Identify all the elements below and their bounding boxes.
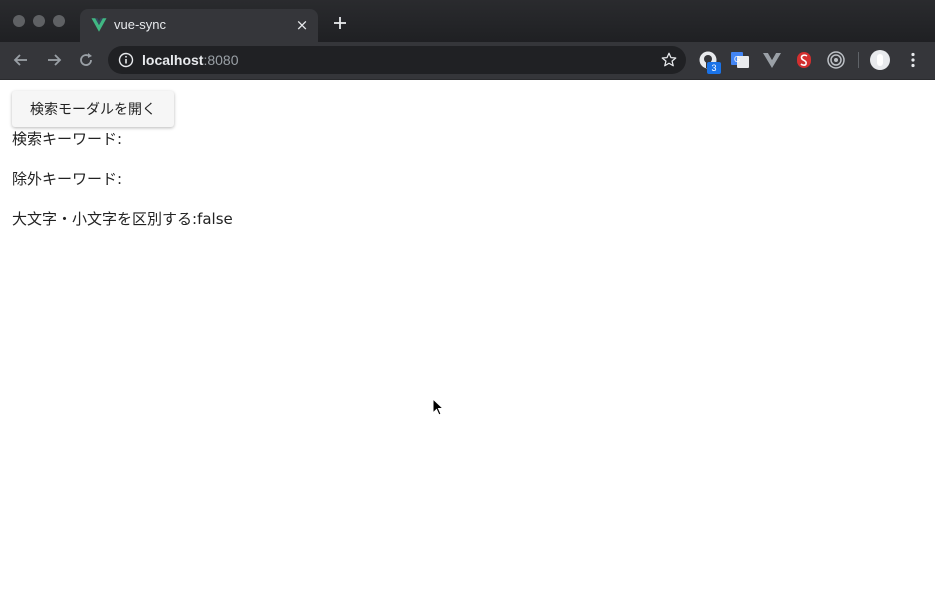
target-icon[interactable] xyxy=(826,50,846,70)
translate-icon[interactable]: G xyxy=(730,50,750,70)
case-sensitive-row: 大文字・小文字を区別する:false xyxy=(12,208,233,229)
svg-text:G: G xyxy=(734,55,740,64)
url-host: localhost xyxy=(142,52,204,68)
arrow-left-icon[interactable] xyxy=(11,50,31,70)
vue-logo-icon xyxy=(91,18,107,32)
kebab-menu-icon[interactable] xyxy=(903,50,923,70)
github-extension-badge: 3 xyxy=(707,62,721,74)
url-text: localhost:8080 xyxy=(142,52,239,68)
page-content: 検索モーダルを開く 検索キーワード: 除外キーワード: 大文字・小文字を区別する… xyxy=(0,80,935,599)
url-port: :8080 xyxy=(203,52,239,68)
case-sensitive-value: false xyxy=(197,210,233,228)
new-tab-icon[interactable] xyxy=(330,13,350,33)
browser-window: vue-sync × localhost:8080 G 3 検索モーダルを開く … xyxy=(0,0,935,599)
toolbar-separator xyxy=(858,52,859,68)
open-search-modal-button[interactable]: 検索モーダルを開く xyxy=(12,91,174,127)
tab-title: vue-sync xyxy=(114,17,167,32)
browser-toolbar: localhost:8080 G xyxy=(0,42,935,80)
exclude-keyword-row: 除外キーワード: xyxy=(12,168,122,189)
case-sensitive-label: 大文字・小文字を区別する: xyxy=(12,210,198,228)
tab-strip: vue-sync × xyxy=(0,0,935,42)
search-keyword-row: 検索キーワード: xyxy=(12,128,122,149)
arrow-right-icon[interactable] xyxy=(44,50,64,70)
star-icon[interactable] xyxy=(660,51,678,69)
tab-close-icon[interactable]: × xyxy=(292,15,312,35)
mouse-cursor-icon xyxy=(432,398,444,416)
exclude-keyword-label: 除外キーワード: xyxy=(12,170,123,188)
reload-icon[interactable] xyxy=(76,50,96,70)
address-bar[interactable]: localhost:8080 xyxy=(108,46,686,74)
svelte-icon[interactable] xyxy=(794,50,814,70)
tab-vue-sync[interactable]: vue-sync × xyxy=(80,9,318,42)
info-icon[interactable] xyxy=(118,52,134,68)
vue-devtools-icon[interactable] xyxy=(762,50,782,70)
maximize-window-button[interactable] xyxy=(53,15,65,27)
close-window-button[interactable] xyxy=(13,15,25,27)
minimize-window-button[interactable] xyxy=(33,15,45,27)
avatar-icon[interactable] xyxy=(870,50,890,70)
search-keyword-label: 検索キーワード: xyxy=(12,130,123,148)
